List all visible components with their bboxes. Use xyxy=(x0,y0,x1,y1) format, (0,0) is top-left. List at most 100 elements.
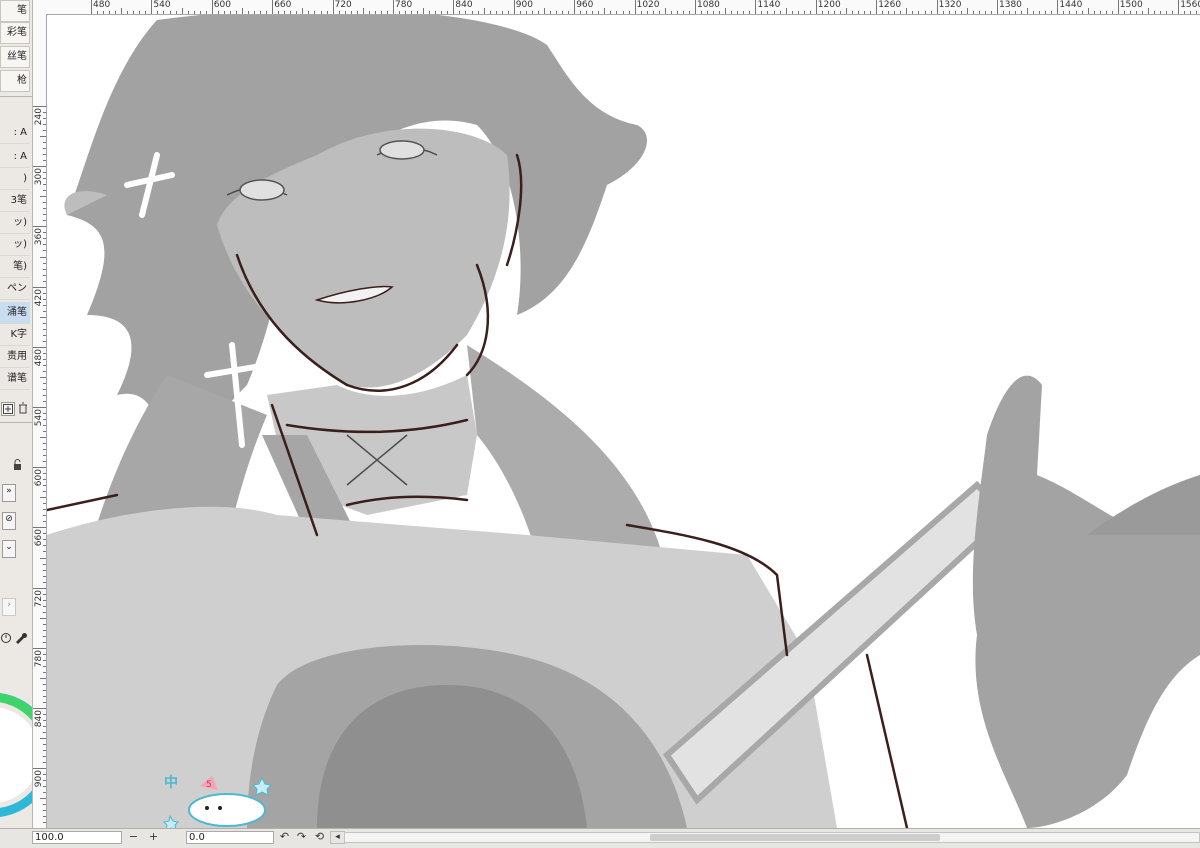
dropdown-button[interactable]: ⌄ xyxy=(2,540,16,558)
ruler-minor-tick xyxy=(1033,11,1035,14)
rotation-field[interactable]: 0.0 xyxy=(186,831,274,844)
brush-row[interactable]: ッ) xyxy=(0,234,30,256)
delete-brush-button[interactable] xyxy=(16,402,30,416)
brush-row[interactable]: 责用 xyxy=(0,346,30,368)
ruler-minor-tick xyxy=(592,11,594,14)
tool-item-pen[interactable]: 笔 xyxy=(0,0,30,22)
tool-item-label: 笔 xyxy=(17,5,27,16)
brush-row[interactable]: : A xyxy=(0,122,30,144)
ruler-minor-tick xyxy=(43,593,46,595)
ruler-label: 1500 xyxy=(1119,0,1143,10)
ruler-minor-tick xyxy=(314,11,316,14)
ruler-label: 1380 xyxy=(999,0,1022,10)
ruler-tick xyxy=(33,407,46,408)
ruler-minor-tick xyxy=(43,792,46,794)
brush-row[interactable]: ッ) xyxy=(0,212,30,234)
clock-icon[interactable] xyxy=(0,632,12,647)
ruler-minor-tick xyxy=(852,11,854,14)
ruler-minor-tick xyxy=(43,816,46,818)
add-brush-button[interactable] xyxy=(1,402,15,416)
ruler-minor-tick xyxy=(1135,11,1137,14)
ruler-minor-tick xyxy=(175,11,177,14)
scrollbar-thumb[interactable] xyxy=(650,834,940,841)
brush-label: ッ) xyxy=(13,217,27,228)
zoom-in-button[interactable]: + xyxy=(147,831,160,844)
ruler-label: 480 xyxy=(34,348,44,366)
ruler-minor-tick xyxy=(489,11,491,14)
ruler-minor-tick xyxy=(43,671,46,673)
brush-row[interactable]: ペン xyxy=(0,278,30,300)
ruler-minor-tick xyxy=(1154,11,1156,14)
ruler-minor-tick xyxy=(43,629,46,631)
ruler-minor-tick xyxy=(1087,8,1089,14)
tool-item-color-pen[interactable]: 彩笔 xyxy=(0,22,30,44)
ruler-minor-tick xyxy=(217,11,219,14)
input-method-indicator[interactable]: 中 5 xyxy=(162,768,282,832)
ruler-minor-tick xyxy=(839,11,841,14)
zoom-out-button[interactable]: − xyxy=(127,831,140,844)
ruler-minor-tick xyxy=(598,11,600,14)
lock-icon[interactable] xyxy=(10,458,24,475)
ruler-tick xyxy=(33,106,46,107)
tool-item-airbrush[interactable]: 枪 xyxy=(0,70,30,92)
ruler-minor-tick xyxy=(580,11,582,14)
ruler-minor-tick xyxy=(43,268,46,270)
double-chevron-down-button[interactable]: » xyxy=(2,484,16,502)
eye-right xyxy=(379,140,425,160)
scroll-left-button[interactable]: ◂ xyxy=(330,831,345,844)
brush-row[interactable]: 谱笔 xyxy=(0,368,30,390)
ruler-minor-tick xyxy=(43,382,46,384)
rotate-right-button[interactable]: ↷ xyxy=(295,831,308,844)
ruler-minor-tick xyxy=(682,11,684,14)
ruler-minor-tick xyxy=(785,8,787,14)
panel-divider xyxy=(0,422,32,423)
ruler-minor-tick xyxy=(43,575,46,577)
ruler-minor-tick xyxy=(550,11,552,14)
color-wheel[interactable] xyxy=(0,690,32,820)
ruler-minor-tick xyxy=(229,11,231,14)
ruler-minor-tick xyxy=(906,8,908,14)
expand-button[interactable]: › xyxy=(2,598,16,616)
brush-row[interactable]: 笔) xyxy=(0,256,30,278)
ruler-minor-tick xyxy=(145,11,147,14)
ruler-minor-tick xyxy=(43,292,46,294)
ruler-minor-tick xyxy=(646,11,648,14)
ruler-minor-tick xyxy=(43,443,46,445)
ruler-label: 900 xyxy=(34,770,44,788)
ruler-minor-tick xyxy=(43,352,46,354)
ruler-minor-tick xyxy=(43,142,46,144)
tool-item-silk-pen[interactable]: 丝笔 xyxy=(0,46,30,68)
ruler-minor-tick xyxy=(254,11,256,14)
brush-row[interactable]: 3笔 xyxy=(0,190,30,212)
ruler-label: 540 xyxy=(34,409,44,427)
brush-row[interactable]: K字 xyxy=(0,324,30,346)
ruler-minor-tick xyxy=(40,256,46,258)
zoom-field[interactable]: 100.0 xyxy=(32,831,122,844)
ruler-minor-tick xyxy=(43,262,46,264)
brush-row-selected[interactable]: 涌笔 xyxy=(0,302,30,324)
ruler-minor-tick xyxy=(368,11,370,14)
drawing-canvas[interactable] xyxy=(47,15,1200,828)
ruler-minor-tick xyxy=(43,394,46,396)
eye-left xyxy=(239,179,285,201)
horizontal-scrollbar[interactable] xyxy=(344,832,1200,843)
ruler-minor-tick xyxy=(235,11,237,14)
brush-row[interactable]: : A xyxy=(0,146,30,168)
brush-label: 谱笔 xyxy=(7,373,27,384)
ruler-minor-tick xyxy=(544,8,545,14)
clear-button[interactable]: ⊘ xyxy=(2,512,16,530)
ruler-minor-tick xyxy=(127,11,129,14)
brush-row[interactable]: ) xyxy=(0,168,30,190)
ruler-minor-tick xyxy=(622,11,624,14)
ruler-minor-tick xyxy=(942,11,944,14)
wrench-icon[interactable] xyxy=(14,632,28,647)
brush-label: ) xyxy=(23,173,27,184)
ruler-minor-tick xyxy=(199,11,201,14)
ruler-minor-tick xyxy=(1184,11,1186,14)
ruler-minor-tick xyxy=(40,677,46,679)
rotate-reset-button[interactable]: ⟲ xyxy=(313,831,326,844)
ruler-minor-tick xyxy=(803,11,805,14)
ruler-minor-tick xyxy=(43,774,46,776)
ruler-minor-tick xyxy=(43,515,46,517)
rotate-left-button[interactable]: ↶ xyxy=(278,831,291,844)
